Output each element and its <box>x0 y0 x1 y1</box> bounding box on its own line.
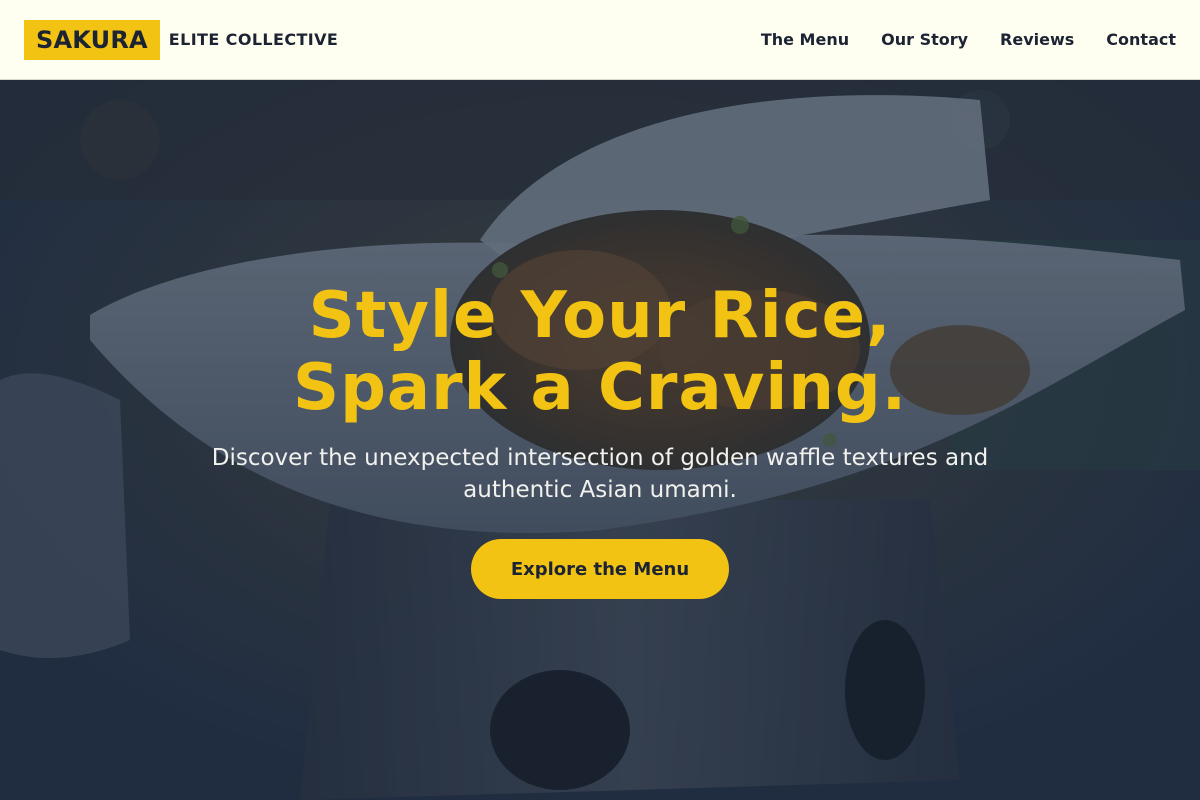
nav-link-contact[interactable]: Contact <box>1106 30 1176 49</box>
hero-section: Style Your Rice, Spark a Craving. Discov… <box>0 80 1200 800</box>
navbar: SAKURA ELITE COLLECTIVE The Menu Our Sto… <box>0 0 1200 80</box>
nav-link-our-story[interactable]: Our Story <box>881 30 968 49</box>
hero-subtitle: Discover the unexpected intersection of … <box>211 445 989 503</box>
hero-title-line-1: Style Your Rice, <box>308 279 892 353</box>
explore-menu-button[interactable]: Explore the Menu <box>471 539 729 599</box>
nav-link-menu[interactable]: The Menu <box>761 30 849 49</box>
hero-content: Style Your Rice, Spark a Craving. Discov… <box>0 80 1200 800</box>
nav-links: The Menu Our Story Reviews Contact <box>729 30 1176 49</box>
hero-title-line-2: Spark a Craving. <box>292 351 908 425</box>
hero-title: Style Your Rice, Spark a Craving. <box>0 280 1200 424</box>
nav-link-reviews[interactable]: Reviews <box>1000 30 1074 49</box>
brand-tagline: ELITE COLLECTIVE <box>168 30 339 49</box>
brand-logo[interactable]: SAKURA ELITE COLLECTIVE <box>24 19 339 60</box>
brand-name: SAKURA <box>24 19 160 60</box>
